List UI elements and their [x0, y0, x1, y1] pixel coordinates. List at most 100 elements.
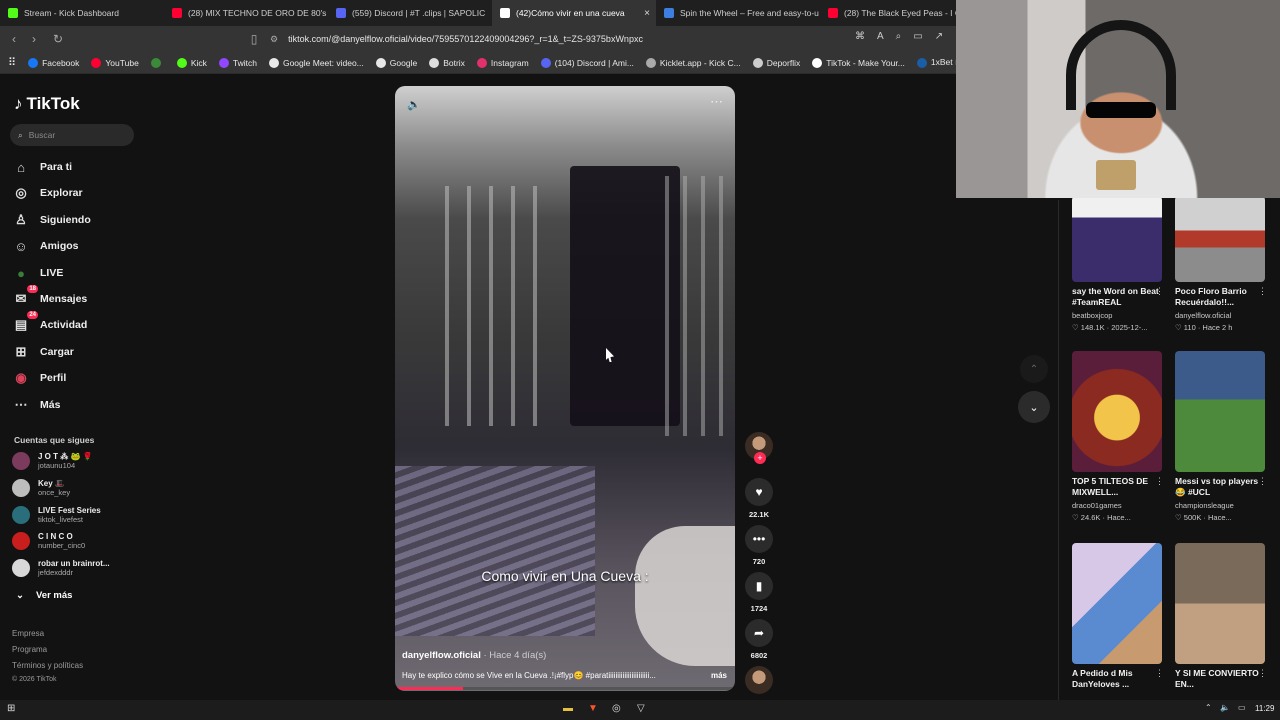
nav-mensajes[interactable]: ✉ 18 Mensajes: [12, 285, 87, 308]
video-thumbnail[interactable]: [1072, 543, 1162, 664]
recommended-video-card[interactable]: Y SI ME CONVIERTO EN... ⋮: [1175, 543, 1267, 690]
apps-icon[interactable]: ⠿: [8, 56, 16, 69]
bookmark-item[interactable]: Google Meet: video...: [268, 57, 364, 68]
followed-account[interactable]: Key 🎩 once_key: [12, 479, 70, 497]
footer-link[interactable]: Empresa: [12, 629, 44, 638]
back-icon[interactable]: ‹: [4, 32, 24, 46]
network-icon[interactable]: ▭: [1238, 703, 1246, 712]
close-tab-icon[interactable]: ×: [644, 8, 650, 19]
footer-link[interactable]: Programa: [12, 645, 47, 654]
card-user[interactable]: draco01games: [1072, 501, 1164, 510]
browser-tab[interactable]: (559) Discord | #T .clips | SAPOLIC: [328, 0, 492, 26]
windows-start-icon[interactable]: ⊞: [7, 703, 15, 714]
folder-icon[interactable]: ▬: [563, 703, 573, 714]
bookmark-favicon-icon: [28, 57, 39, 68]
card-more-icon[interactable]: ⋮: [1258, 476, 1267, 487]
browser-tab[interactable]: Stream - Kick Dashboard: [0, 0, 164, 26]
tiktok-logo[interactable]: ♪ TikTok: [14, 94, 80, 114]
volume-icon[interactable]: 🔈: [407, 98, 421, 111]
card-more-icon[interactable]: ⋮: [1155, 668, 1164, 679]
bookmark-favicon-icon: [812, 57, 823, 68]
app-icon[interactable]: ▽: [637, 703, 645, 714]
bookmark-item[interactable]: Google: [375, 57, 417, 68]
card-more-icon[interactable]: ⋮: [1155, 476, 1164, 487]
bookmark-item[interactable]: Facebook: [28, 57, 79, 68]
followed-account[interactable]: J O T ⁂ 🐸 🌹 jotaunu104: [12, 452, 93, 470]
nav-live[interactable]: ● LIVE: [12, 264, 63, 282]
more-link[interactable]: más: [711, 671, 727, 680]
followed-account[interactable]: robar un brainrot... jefdexdddr: [12, 559, 110, 577]
bookmark-item[interactable]: Instagram: [476, 57, 529, 68]
previous-video-button[interactable]: ⌃: [1020, 355, 1048, 383]
footer-link[interactable]: Términos y políticas: [12, 661, 83, 670]
card-user[interactable]: danyelflow.oficial: [1175, 311, 1267, 320]
video-progress-bar[interactable]: [395, 687, 735, 690]
translate-icon[interactable]: ⌘: [855, 31, 865, 42]
video-author[interactable]: danyelflow.oficial: [402, 650, 481, 661]
volume-tray-icon[interactable]: 🔈: [1220, 703, 1230, 712]
video-thumbnail[interactable]: [1175, 351, 1265, 472]
account-handle: jefdexdddr: [38, 568, 74, 577]
recommended-video-card[interactable]: Messi vs top players 😂 #UCL ⋮ championslea…: [1175, 351, 1267, 522]
nav-más[interactable]: ⋯ Más: [12, 396, 61, 414]
obs-icon[interactable]: ◎: [612, 703, 621, 714]
nav-para-ti[interactable]: ⌂ Para ti: [12, 158, 72, 176]
nav-actividad[interactable]: ▤ 24 Actividad: [12, 311, 87, 334]
browser-tab[interactable]: (28) MIX TECHNO DE ORO DE 80's &: [164, 0, 328, 26]
bookmark-item[interactable]: Kicklet.app - Kick C...: [645, 57, 741, 68]
recommended-video-card[interactable]: Poco Floro Barrio Recuérdalo!!... ⋮ danyel…: [1175, 196, 1267, 332]
brave-browser-icon[interactable]: ▼: [588, 703, 598, 714]
recommended-video-card[interactable]: TOP 5 TILTEOS DE MIXWELL... ⋮ draco01games…: [1072, 351, 1164, 522]
bookmark-item[interactable]: Twitch: [218, 57, 257, 68]
save-button[interactable]: ▮ 1724: [744, 572, 774, 613]
card-more-icon[interactable]: ⋮: [1258, 668, 1267, 679]
bookmark-item[interactable]: TikTok - Make Your...: [812, 57, 905, 68]
video-thumbnail[interactable]: [1072, 196, 1162, 282]
tray-up-icon[interactable]: ⌃: [1205, 703, 1212, 712]
forward-icon[interactable]: ›: [24, 32, 44, 46]
bookmark-item[interactable]: Kick: [176, 57, 207, 68]
nav-siguiendo[interactable]: ♙ Siguiendo: [12, 211, 91, 229]
card-user[interactable]: championsleague: [1175, 501, 1267, 510]
see-more-button[interactable]: ⌄ Ver más: [16, 590, 72, 601]
more-options-icon[interactable]: ⋯: [710, 94, 723, 110]
browser-tab[interactable]: Spin the Wheel – Free and easy-to-u: [656, 0, 820, 26]
nav-cargar[interactable]: ⊞ Cargar: [12, 343, 74, 361]
share-button[interactable]: ➦ 6802: [744, 619, 774, 660]
zoom-icon[interactable]: ⌕: [896, 31, 902, 42]
follow-plus-icon[interactable]: +: [754, 452, 766, 464]
followed-account[interactable]: LIVE Fest Series tiktok_livefest: [12, 506, 101, 524]
sound-avatar[interactable]: [744, 666, 774, 694]
bookmark-item[interactable]: [150, 57, 165, 68]
video-thumbnail[interactable]: [1072, 351, 1162, 472]
bookmark-favicon-icon: [429, 57, 440, 68]
nav-explorar[interactable]: ◎ Explorar: [12, 184, 82, 202]
bookmark-item[interactable]: Botrix: [429, 57, 465, 68]
language-icon[interactable]: A: [877, 31, 884, 42]
next-video-button[interactable]: ⌄: [1018, 391, 1050, 423]
nav-amigos[interactable]: ☺ Amigos: [12, 237, 78, 255]
bookmark-item[interactable]: Deporflix: [752, 57, 800, 68]
card-more-icon[interactable]: ⋮: [1258, 286, 1267, 297]
video-thumbnail[interactable]: [1175, 543, 1265, 664]
like-button[interactable]: ♥ 22.1K: [744, 478, 774, 519]
recommended-video-card[interactable]: A Pedido d Mis DanYeloves ... ⋮: [1072, 543, 1164, 690]
site-info-icon[interactable]: ⚙: [270, 34, 278, 45]
followed-account[interactable]: C I N C Onumber_cinc0: [12, 532, 85, 550]
share-icon[interactable]: ↗: [935, 31, 943, 42]
browser-tab[interactable]: (42)Cómo vivir en una cueva ×: [492, 0, 656, 26]
bookmark-icon[interactable]: ▯: [244, 32, 264, 46]
recommended-video-card[interactable]: say the Word on Beat #TeamREAL ⋮ beatboxjc…: [1072, 196, 1164, 332]
bookmark-item[interactable]: (104) Discord | Ami...: [540, 57, 634, 68]
reload-icon[interactable]: ↻: [48, 32, 68, 46]
card-user[interactable]: beatboxjcop: [1072, 311, 1164, 320]
card-more-icon[interactable]: ⋮: [1155, 286, 1164, 297]
cast-icon[interactable]: ▭: [913, 31, 922, 42]
video-thumbnail[interactable]: [1175, 196, 1265, 282]
video-player[interactable]: 🔈 ⋯ Como vivir en Una Cueva : danyelflow…: [395, 86, 735, 691]
comment-button[interactable]: ••• 720: [744, 525, 774, 566]
search-input[interactable]: ⌕ Buscar: [10, 124, 134, 146]
bookmark-item[interactable]: YouTube: [91, 57, 139, 68]
creator-avatar[interactable]: +: [744, 432, 774, 464]
nav-perfil[interactable]: ◉ Perfil: [12, 369, 66, 387]
